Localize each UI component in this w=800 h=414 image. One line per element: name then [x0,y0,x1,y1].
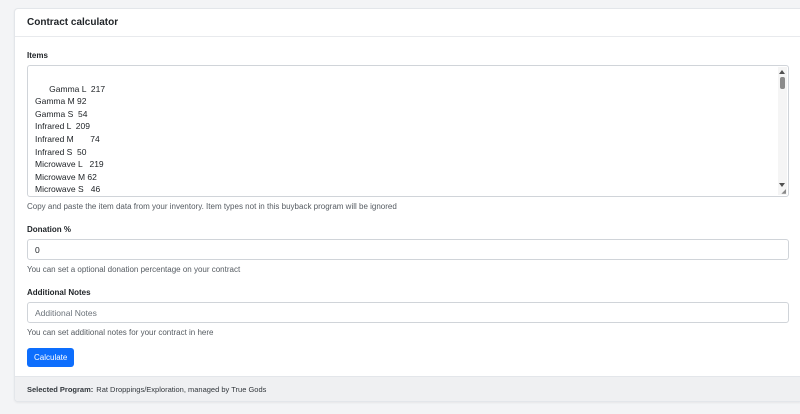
donation-input[interactable]: 0 [27,239,789,260]
donation-label: Donation % [27,225,71,234]
donation-help-text: You can set a optional donation percenta… [27,265,241,274]
calculator-form: Items Gamma L 217 Gamma M 92 Gamma S 54 … [15,51,800,367]
donation-input-value: 0 [35,244,40,255]
scroll-up-arrow-icon[interactable] [779,70,785,74]
notes-help-text: You can set additional notes for your co… [27,328,214,337]
notes-label: Additional Notes [27,288,91,297]
scrollbar-thumb[interactable] [780,77,785,89]
contract-calculator-card: Contract calculator Items Gamma L 217 Ga… [14,8,800,402]
notes-input[interactable]: Additional Notes [27,302,789,323]
resize-handle-icon[interactable]: ◢ [781,189,786,195]
items-textarea-content: Gamma L 217 Gamma M 92 Gamma S 54 Infrar… [35,83,106,195]
notes-input-placeholder: Additional Notes [35,307,97,318]
items-label: Items [27,51,48,60]
scroll-down-arrow-icon[interactable] [779,183,785,187]
items-help-text: Copy and paste the item data from your i… [27,202,397,211]
card-title: Contract calculator [15,9,800,37]
calculate-button[interactable]: Calculate [27,348,75,367]
items-textarea[interactable]: Gamma L 217 Gamma M 92 Gamma S 54 Infrar… [27,65,789,197]
selected-program-value: Rat Droppings/Exploration, managed by Tr… [96,384,267,394]
items-scrollbar[interactable] [778,67,787,195]
selected-program-footer: Selected Program: Rat Droppings/Explorat… [15,376,800,401]
selected-program-label: Selected Program: [27,384,94,394]
